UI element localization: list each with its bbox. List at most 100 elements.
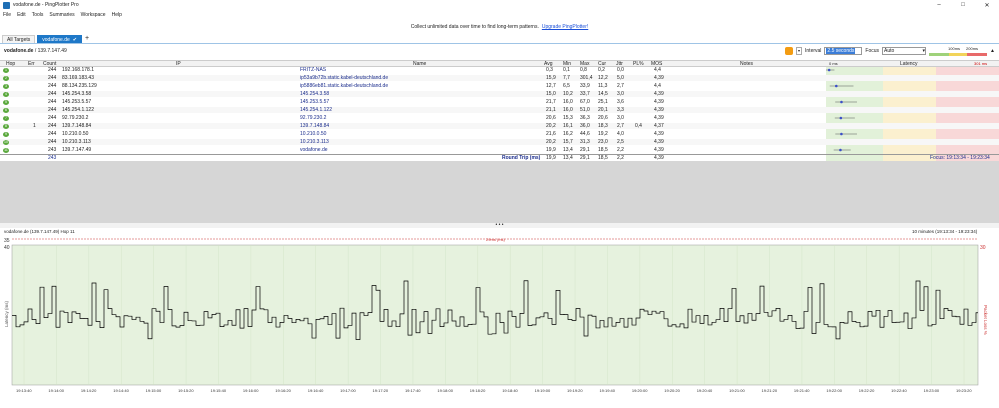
cell-mos: 4,39 [654, 131, 664, 137]
cell-max: 44,6 [580, 131, 590, 137]
timeline-graph: 35 29ms (ms) 40 30 Latency (ms) Packet L… [0, 235, 999, 406]
cell-mos: 4,4 [654, 67, 661, 73]
cell-cur: 11,3 [598, 83, 608, 89]
x-tick-label: 19:16:00 [243, 388, 259, 393]
cell-mos: 4,39 [654, 147, 664, 153]
cell-jttr: 3,0 [617, 115, 624, 121]
cell-max: 301,4 [580, 75, 593, 81]
table-row[interactable]: 6 244 145.254.1.122 145.254.1.122 21,1 16,0 51… [0, 107, 999, 113]
menu-summaries[interactable]: Summaries [49, 12, 74, 18]
title-bar: vodafone.de - PingPlotter Pro – □ ✕ [0, 0, 999, 10]
table-row[interactable]: 5 244 145.253.5.57 145.253.5.57 21,7 16,0 67,0… [0, 99, 999, 105]
hop-number: 5 [3, 99, 9, 105]
interval-value: 2.5 seconds [826, 48, 856, 54]
menu-tools[interactable]: Tools [32, 12, 44, 18]
add-tab-button[interactable]: + [85, 35, 89, 43]
table-row[interactable]: 2 244 83.169.183.43 ip53a9b72b.static.kabel… [0, 75, 999, 81]
hop-number: 1 [3, 67, 9, 73]
cell-cur: 18,5 [598, 147, 608, 153]
x-tick-label: 19:14:40 [113, 388, 129, 393]
cell-cur: 20,6 [598, 115, 608, 121]
cell-max: 31,3 [580, 139, 590, 145]
cell-cur: 23,0 [598, 139, 608, 145]
cell-ip: 139.7.147.49 [62, 147, 92, 153]
cell-min: 16,0 [563, 99, 573, 105]
x-tick-label: 19:15:20 [178, 388, 194, 393]
cell-min: 7,7 [563, 75, 570, 81]
cell-err: 1 [33, 123, 36, 129]
x-tick-label: 19:22:20 [859, 388, 875, 393]
cell-count: 243 [48, 147, 57, 153]
table-row[interactable]: 11 243 139.7.147.49 vodafone.de 19,9 13,4 29,1… [0, 147, 999, 153]
cell-min: 16,0 [563, 107, 573, 113]
x-tick-label: 19:15:40 [210, 388, 226, 393]
table-row[interactable]: 9 244 10.210.0.50 10.210.0.50 21,6 16,2 44,6 19… [0, 131, 999, 137]
cell-count: 244 [48, 99, 57, 105]
cell-avg: 21,6 [546, 131, 556, 137]
hop-number: 6 [3, 107, 9, 113]
cell-count: 244 [48, 83, 57, 89]
focus-select[interactable]: Auto ▾ [882, 47, 927, 55]
cell-avg: 21,7 [546, 99, 556, 105]
target-ip: / 139.7.147.49 [33, 48, 67, 54]
tab-vodafone[interactable]: vodafone.de ✔ [37, 35, 82, 43]
cell-avg: 0,3 [546, 67, 553, 73]
tab-bar: All Targets vodafone.de ✔ + [0, 35, 999, 44]
x-tick-label: 19:18:40 [502, 388, 518, 393]
x-tick-label: 19:19:00 [535, 388, 551, 393]
table-row[interactable]: 7 244 92.79.230.2 92.79.230.2 20,6 15,3 36,3 20… [0, 115, 999, 121]
menu-bar: File Edit Tools Summaries Workspace Help [0, 10, 999, 19]
cell-ip: 145.254.1.122 [62, 107, 94, 113]
cell-min: 10,2 [563, 91, 573, 97]
x-tick-label: 19:20:00 [632, 388, 648, 393]
scroll-up-icon[interactable]: ▲ [990, 48, 995, 54]
menu-file[interactable]: File [3, 12, 11, 18]
table-row[interactable]: 1 244 192.168.178.1 FRITZ-NAS 0,3 0,1 0,8 0,2 0,… [0, 67, 999, 73]
table-row[interactable]: 3 244 88.134.235.129 ip5886eb81.static.kabe… [0, 83, 999, 89]
upgrade-link[interactable]: Upgrade PingPlotter! [542, 24, 588, 30]
maximize-button[interactable]: □ [951, 0, 975, 10]
menu-workspace[interactable]: Workspace [81, 12, 106, 18]
focus-value: Auto [884, 48, 895, 54]
interval-select[interactable]: 2.5 seconds [824, 47, 863, 55]
tab-all-targets[interactable]: All Targets [2, 35, 36, 43]
cell-max: 33,7 [580, 91, 590, 97]
upgrade-banner: Collect unlimited data over time to find… [0, 19, 999, 35]
cell-name: 139.7.148.84 [300, 123, 330, 129]
cell-avg: 12,7 [546, 83, 556, 89]
alert-icon[interactable] [785, 47, 794, 55]
cell-name: vodafone.de [300, 147, 328, 153]
close-button[interactable]: ✕ [975, 0, 999, 10]
cell-name: ip53a9b72b.static.kabel-deutschland.de [300, 75, 389, 81]
menu-edit[interactable]: Edit [17, 12, 26, 18]
x-tick-label: 19:20:20 [664, 388, 680, 393]
menu-help[interactable]: Help [112, 12, 122, 18]
minimize-button[interactable]: – [927, 0, 951, 10]
cell-count: 244 [48, 139, 57, 145]
check-icon: ✔ [72, 36, 77, 43]
cell-ip: 83.169.183.43 [62, 75, 94, 81]
x-tick-label: 19:23:00 [924, 388, 940, 393]
alert-dropdown-icon[interactable]: ▾ [796, 47, 803, 55]
cell-jttr: 0,0 [617, 67, 624, 73]
x-tick-label: 19:20:40 [697, 388, 713, 393]
window-title: vodafone.de - PingPlotter Pro [13, 2, 79, 8]
legend-200: 200ms [966, 46, 979, 51]
tab-vodafone-label: vodafone.de [42, 36, 70, 43]
cell-jttr: 2,7 [617, 123, 624, 129]
cell-min: 6,5 [563, 83, 570, 89]
table-row[interactable]: 10 244 10.210.3.113 10.210.3.113 20,2 15,7 31,… [0, 139, 999, 145]
cell-mos: 4,39 [654, 91, 664, 97]
cell-min: 15,3 [563, 115, 573, 121]
table-row[interactable]: 8 1 244 139.7.148.84 139.7.148.84 20,2 16,1 36,… [0, 123, 999, 129]
cell-jttr: 3,3 [617, 107, 624, 113]
cell-avg: 19,9 [546, 147, 556, 153]
cell-avg: 21,1 [546, 107, 556, 113]
cell-cur: 0,2 [598, 67, 605, 73]
table-row[interactable]: 4 244 145.254.3.58 145.254.3.58 15,0 10,2 33,7… [0, 91, 999, 97]
cell-jttr: 3,6 [617, 99, 624, 105]
hop-number: 9 [3, 131, 9, 137]
x-tick-label: 19:18:00 [437, 388, 453, 393]
cell-cur: 14,5 [598, 91, 608, 97]
cell-name: 10.210.3.113 [300, 139, 329, 145]
